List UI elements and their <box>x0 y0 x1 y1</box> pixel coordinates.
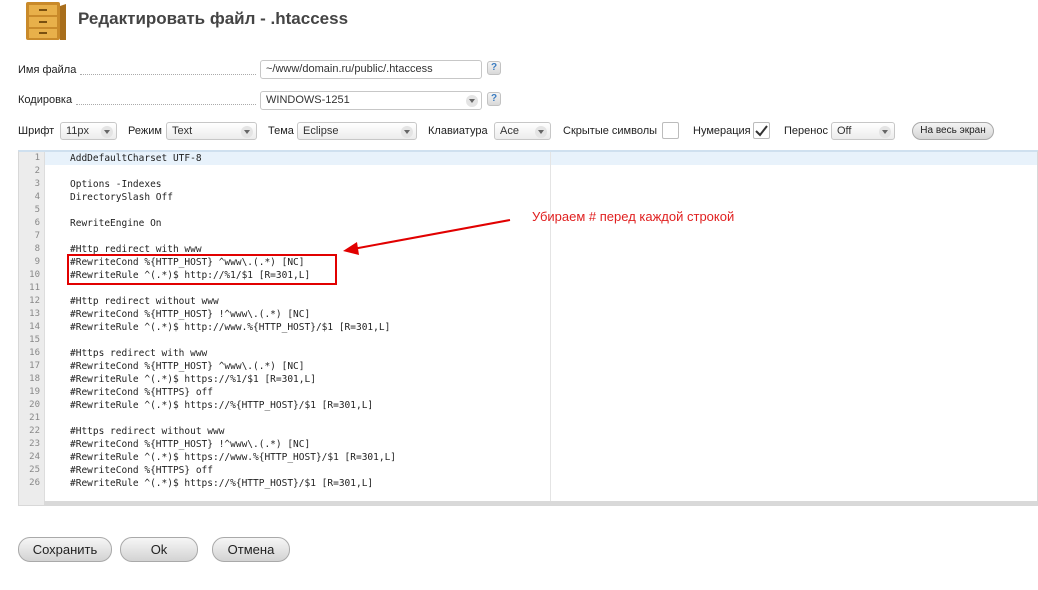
code-editor[interactable]: 1 2 3 4 5 6 7 8 9 10 11 12 13 14 15 16 17 18 19 20 21 22 23 24 2… <box>18 150 1038 506</box>
line-number: 13 <box>29 309 40 319</box>
wrap-select[interactable]: Off <box>831 122 895 140</box>
chevron-down-icon <box>401 126 413 138</box>
chevron-down-icon <box>466 95 478 107</box>
chevron-down-icon <box>241 126 253 138</box>
numbering-label: Нумерация <box>693 125 751 137</box>
encoding-value: WINDOWS-1251 <box>266 94 350 106</box>
font-label: Шрифт <box>18 125 55 137</box>
line-number: 11 <box>29 283 40 293</box>
keyboard-select[interactable]: Ace <box>494 122 551 140</box>
code-line: #RewriteCond %{HTTP_HOST} ^www\.(.*) [NC… <box>70 361 305 372</box>
wrap-label: Перенос <box>784 125 828 137</box>
line-number: 19 <box>29 387 40 397</box>
line-number: 24 <box>29 452 40 462</box>
line-number: 3 <box>34 179 40 189</box>
line-number: 18 <box>29 374 40 384</box>
annotation-arrow-icon <box>343 219 511 255</box>
code-line: AddDefaultCharset UTF-8 <box>70 153 202 164</box>
line-number: 7 <box>34 231 40 241</box>
line-number: 25 <box>29 465 40 475</box>
line-number: 21 <box>29 413 40 423</box>
line-number: 16 <box>29 348 40 358</box>
encoding-label: Кодировка <box>18 94 73 106</box>
code-line: #RewriteRule ^(.*)$ http://www.%{HTTP_HO… <box>70 322 391 333</box>
highlight-box <box>67 254 337 285</box>
line-number: 10 <box>29 270 40 280</box>
code-line: #RewriteCond %{HTTP_HOST} !^www\.(.*) [N… <box>70 439 311 450</box>
line-number: 2 <box>34 166 40 176</box>
code-line: #RewriteRule ^(.*)$ https://%{HTTP_HOST}… <box>70 400 374 411</box>
filename-label: Имя файла <box>18 64 77 76</box>
encoding-help-icon[interactable]: ? <box>487 92 501 106</box>
code-line: #Http redirect without www <box>70 296 219 307</box>
filename-input[interactable]: ~/www/domain.ru/public/.htaccess <box>260 60 482 79</box>
hidden-symbols-label: Скрытые символы <box>563 125 658 137</box>
font-select[interactable]: 11px <box>60 122 117 140</box>
code-line: #RewriteCond %{HTTPS} off <box>70 465 213 476</box>
code-line: #RewriteRule ^(.*)$ https://%1/$1 [R=301… <box>70 374 316 385</box>
save-button[interactable]: Сохранить <box>18 537 112 562</box>
horizontal-scrollbar[interactable] <box>44 501 1037 505</box>
line-number: 17 <box>29 361 40 371</box>
filename-dotline <box>80 74 256 75</box>
mode-select[interactable]: Text <box>166 122 257 140</box>
line-number: 1 <box>34 153 40 163</box>
mode-value: Text <box>172 125 193 137</box>
line-number: 5 <box>34 205 40 215</box>
fullscreen-button[interactable]: На весь экран <box>912 122 994 140</box>
keyboard-label: Клавиатура <box>428 125 488 137</box>
code-line: #RewriteCond %{HTTPS} off <box>70 387 213 398</box>
encoding-select[interactable]: WINDOWS-1251 <box>260 91 482 110</box>
ok-button[interactable]: Ok <box>120 537 198 562</box>
hidden-symbols-checkbox[interactable] <box>662 122 679 139</box>
code-line: #Https redirect without www <box>70 426 225 437</box>
line-number: 14 <box>29 322 40 332</box>
line-number: 22 <box>29 426 40 436</box>
mode-label: Режим <box>128 125 162 137</box>
code-line: #Https redirect with www <box>70 348 208 359</box>
line-number: 9 <box>34 257 40 267</box>
page-title: Редактировать файл - .htaccess <box>78 9 349 28</box>
keyboard-value: Ace <box>500 125 519 137</box>
chevron-down-icon <box>535 126 547 138</box>
line-number: 26 <box>29 478 40 488</box>
code-line: RewriteEngine On <box>70 218 162 229</box>
print-margin <box>550 152 551 505</box>
theme-select[interactable]: Eclipse <box>297 122 417 140</box>
numbering-checkbox[interactable] <box>753 122 770 139</box>
line-number: 15 <box>29 335 40 345</box>
checkmark-icon <box>755 125 768 137</box>
line-number: 8 <box>34 244 40 254</box>
font-value: 11px <box>66 125 90 137</box>
line-number: 23 <box>29 439 40 449</box>
code-line: #RewriteCond %{HTTP_HOST} !^www\.(.*) [N… <box>70 309 311 320</box>
cancel-button[interactable]: Отмена <box>212 537 290 562</box>
code-line: #RewriteRule ^(.*)$ https://www.%{HTTP_H… <box>70 452 397 463</box>
file-cabinet-icon <box>26 2 66 40</box>
wrap-value: Off <box>837 125 852 137</box>
theme-value: Eclipse <box>303 125 339 137</box>
filename-help-icon[interactable]: ? <box>487 61 501 75</box>
chevron-down-icon <box>101 126 113 138</box>
code-line: #RewriteRule ^(.*)$ https://%{HTTP_HOST}… <box>70 478 374 489</box>
theme-label: Тема <box>268 125 294 137</box>
line-number: 12 <box>29 296 40 306</box>
line-number: 4 <box>34 192 40 202</box>
code-line: DirectorySlash Off <box>70 192 173 203</box>
annotation-text: Убираем # перед каждой строкой <box>532 209 735 224</box>
chevron-down-icon <box>879 126 891 138</box>
line-number: 20 <box>29 400 40 410</box>
line-number-gutter: 1 2 3 4 5 6 7 8 9 10 11 12 13 14 15 16 17 18 19 20 21 22 23 24 2… <box>19 152 45 505</box>
line-number: 6 <box>34 218 40 228</box>
encoding-dotline <box>76 104 256 105</box>
code-line: Options -Indexes <box>70 179 162 190</box>
